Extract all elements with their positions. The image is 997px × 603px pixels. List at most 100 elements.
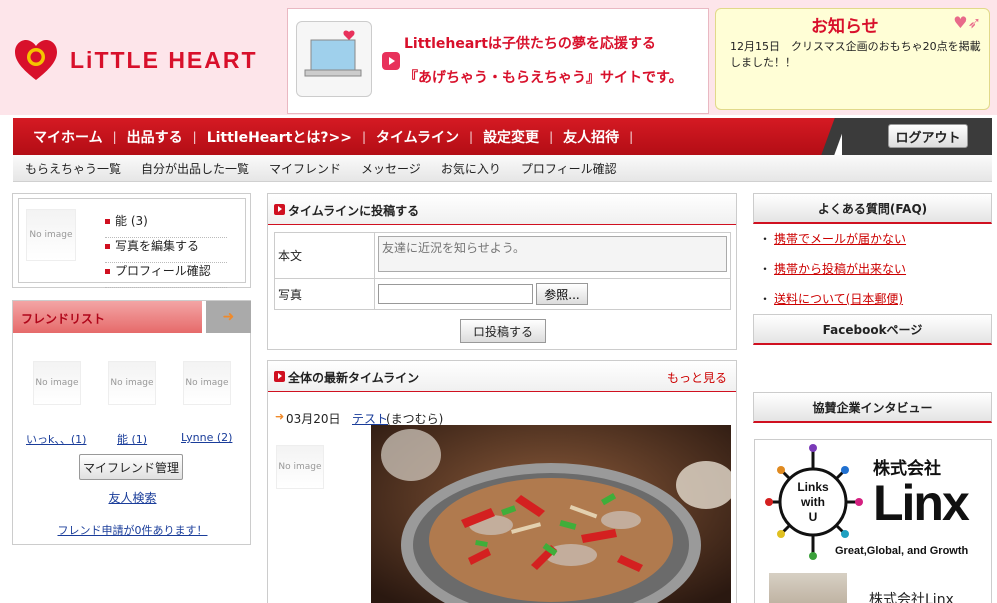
subnav-messages[interactable]: メッセージ: [361, 160, 421, 177]
profile-avatar[interactable]: No image: [26, 209, 76, 261]
play-arrow-icon: [274, 371, 285, 382]
friend-name-link[interactable]: Lynne (2): [181, 431, 232, 444]
site-logo[interactable]: LiTTLE HEART: [12, 36, 258, 84]
linx-logo-text-2: with: [800, 495, 825, 509]
linx-logo-text-3: U: [809, 510, 818, 524]
nav-separator: |: [361, 129, 366, 144]
friend-search-link[interactable]: 友人検索: [108, 491, 156, 505]
photo-label: 写真: [274, 278, 375, 310]
nav-settings[interactable]: 設定変更: [473, 127, 549, 147]
body-label: 本文: [274, 232, 375, 279]
profile-panel: No image 能 (3) 写真を編集する プロフィール確認: [12, 193, 251, 288]
nav-separator: |: [469, 129, 474, 144]
timeline-entry-photo[interactable]: [371, 425, 731, 603]
profile-links: 能 (3) 写真を編集する プロフィール確認: [105, 213, 227, 288]
main-nav-items: マイホーム | 出品する | LittleHeartとは?>> | タイムライン | 設…: [23, 118, 633, 155]
arrow-right-icon[interactable]: ➜: [206, 301, 251, 333]
profile-link-edit-photo[interactable]: 写真を編集する: [105, 238, 227, 263]
facebook-header: Facebookページ: [753, 314, 992, 345]
notice-text: 12月15日 クリスマス企画のおもちゃ20点を掲載しました！！: [730, 40, 981, 69]
submit-post-button[interactable]: ロ投稿する: [460, 319, 546, 343]
sponsor-photo: [769, 573, 847, 603]
friend-list-panel: フレンドリスト ➜ No image No image No image いっk…: [12, 300, 251, 545]
site-header: LiTTLE HEART Littleheartは子供たちの夢を応援する 『あげ…: [0, 0, 997, 115]
laptop-icon: [296, 21, 372, 97]
friend-avatar[interactable]: No image: [183, 361, 231, 405]
nav-timeline[interactable]: タイムライン: [366, 127, 469, 147]
linx-logo-text-1: Links: [797, 480, 829, 494]
nav-separator: |: [629, 129, 634, 144]
subnav-my-friends[interactable]: マイフレンド: [269, 160, 341, 177]
nav-invite[interactable]: 友人招待: [553, 127, 629, 147]
nav-separator: |: [112, 129, 117, 144]
promo-banner[interactable]: Littleheartは子供たちの夢を応援する 『あげちゃう・もらえちゃう』サイ…: [287, 8, 709, 114]
nav-separator: |: [549, 129, 554, 144]
faq-bullet: ・: [759, 292, 772, 306]
subnav-my-listings[interactable]: 自分が出品した一覧: [141, 160, 249, 177]
timeline-panel: 全体の最新タイムライン もっと見る ➜ 03月20日 テスト (まつむら) No…: [267, 360, 737, 603]
sub-nav: もらえちゃう一覧 自分が出品した一覧 マイフレンド メッセージ お気に入り プロ…: [13, 155, 992, 182]
interview-header: 協賛企業インタビュー: [753, 392, 992, 423]
main-nav: マイホーム | 出品する | LittleHeartとは?>> | タイムライン | 設…: [13, 118, 992, 155]
faq-item: ・携帯でメールが届かない: [759, 232, 992, 262]
manage-friends-button[interactable]: マイフレンド管理: [79, 454, 183, 480]
friend-search-row: 友人検索: [13, 489, 252, 506]
arrow-right-icon: ➜: [275, 410, 285, 423]
profile-inner: No image 能 (3) 写真を編集する プロフィール確認: [18, 198, 246, 288]
faq-bullet: ・: [759, 232, 772, 246]
photo-file-input[interactable]: [378, 284, 533, 304]
friend-name-link[interactable]: 能 (1): [117, 431, 147, 447]
subnav-favorites[interactable]: お気に入り: [441, 160, 501, 177]
logout-button[interactable]: ログアウト: [888, 124, 968, 148]
faq-list: ・携帯でメールが届かない ・携帯から投稿が出来ない ・送料について(日本郵便): [759, 232, 992, 322]
timeline-panel-title: 全体の最新タイムライン: [288, 371, 420, 385]
faq-link[interactable]: 送料について(日本郵便): [774, 292, 903, 306]
timeline-panel-header: 全体の最新タイムライン もっと見る: [268, 361, 736, 392]
profile-link-name[interactable]: 能 (3): [105, 213, 227, 238]
friend-request-link[interactable]: フレンド申請が0件あります！: [58, 524, 208, 537]
nav-about[interactable]: LittleHeartとは?>>: [197, 127, 362, 147]
faq-bullet: ・: [759, 262, 772, 276]
sponsor-caption: 株式会社Linx: [869, 592, 954, 603]
friend-name-link[interactable]: いっk、、(1): [26, 431, 86, 447]
post-panel-title: タイムラインに投稿する: [288, 204, 420, 218]
timeline-entry-date: 03月20日: [286, 412, 341, 426]
friend-list-header: フレンドリスト: [13, 301, 202, 333]
notice-title: お知らせ: [811, 17, 879, 37]
nav-separator: |: [192, 129, 197, 144]
sponsor-tagline: Great,Global, and Growth: [835, 545, 969, 557]
subnav-profile[interactable]: プロフィール確認: [521, 160, 617, 177]
profile-link-profile[interactable]: プロフィール確認: [105, 263, 227, 288]
timeline-entry-avatar[interactable]: No image: [276, 445, 324, 489]
nav-my-home[interactable]: マイホーム: [23, 127, 113, 147]
post-form-table: 本文 写真 参照...: [274, 232, 731, 310]
banner-line1: Littleheartは子供たちの夢を応援する: [404, 36, 656, 52]
food-photo-image: [371, 425, 731, 603]
faq-link[interactable]: 携帯から投稿が出来ない: [774, 262, 906, 276]
heart-arrow-icon: ♥➶: [953, 13, 981, 32]
body-cell: [374, 232, 731, 279]
photo-cell: 参照...: [374, 278, 731, 310]
body-textarea[interactable]: [378, 236, 727, 272]
nav-list-item[interactable]: 出品する: [117, 127, 193, 147]
browse-button[interactable]: 参照...: [536, 283, 588, 305]
timeline-more-link[interactable]: もっと見る: [667, 369, 727, 386]
friend-avatar[interactable]: No image: [108, 361, 156, 405]
notice-box: お知らせ ♥➶ 12月15日 クリスマス企画のおもちゃ20点を掲載しました！！: [715, 8, 990, 110]
post-panel: タイムラインに投稿する 本文 写真 参照... ロ投稿する: [267, 193, 737, 350]
heart-logo-icon: [15, 40, 57, 80]
friend-avatar[interactable]: No image: [33, 361, 81, 405]
linx-logo-icon: Links with U: [765, 444, 863, 560]
play-arrow-icon: [274, 204, 285, 215]
play-arrow-icon: [382, 52, 400, 70]
post-panel-header: タイムラインに投稿する: [268, 194, 736, 225]
sponsor-company-name: Linx: [873, 475, 970, 531]
faq-header: よくある質問(FAQ): [753, 193, 992, 224]
faq-item: ・携帯から投稿が出来ない: [759, 262, 992, 292]
friend-request-row: フレンド申請が0件あります！: [13, 522, 252, 538]
sponsor-banner[interactable]: Links with U 株式会社 Linx Great,Global, and…: [754, 439, 992, 603]
friend-list-title: フレンドリスト: [21, 312, 106, 326]
subnav-receive-list[interactable]: もらえちゃう一覧: [25, 160, 121, 177]
logo-text: LiTTLE HEART: [70, 46, 258, 73]
faq-link[interactable]: 携帯でメールが届かない: [774, 232, 906, 246]
